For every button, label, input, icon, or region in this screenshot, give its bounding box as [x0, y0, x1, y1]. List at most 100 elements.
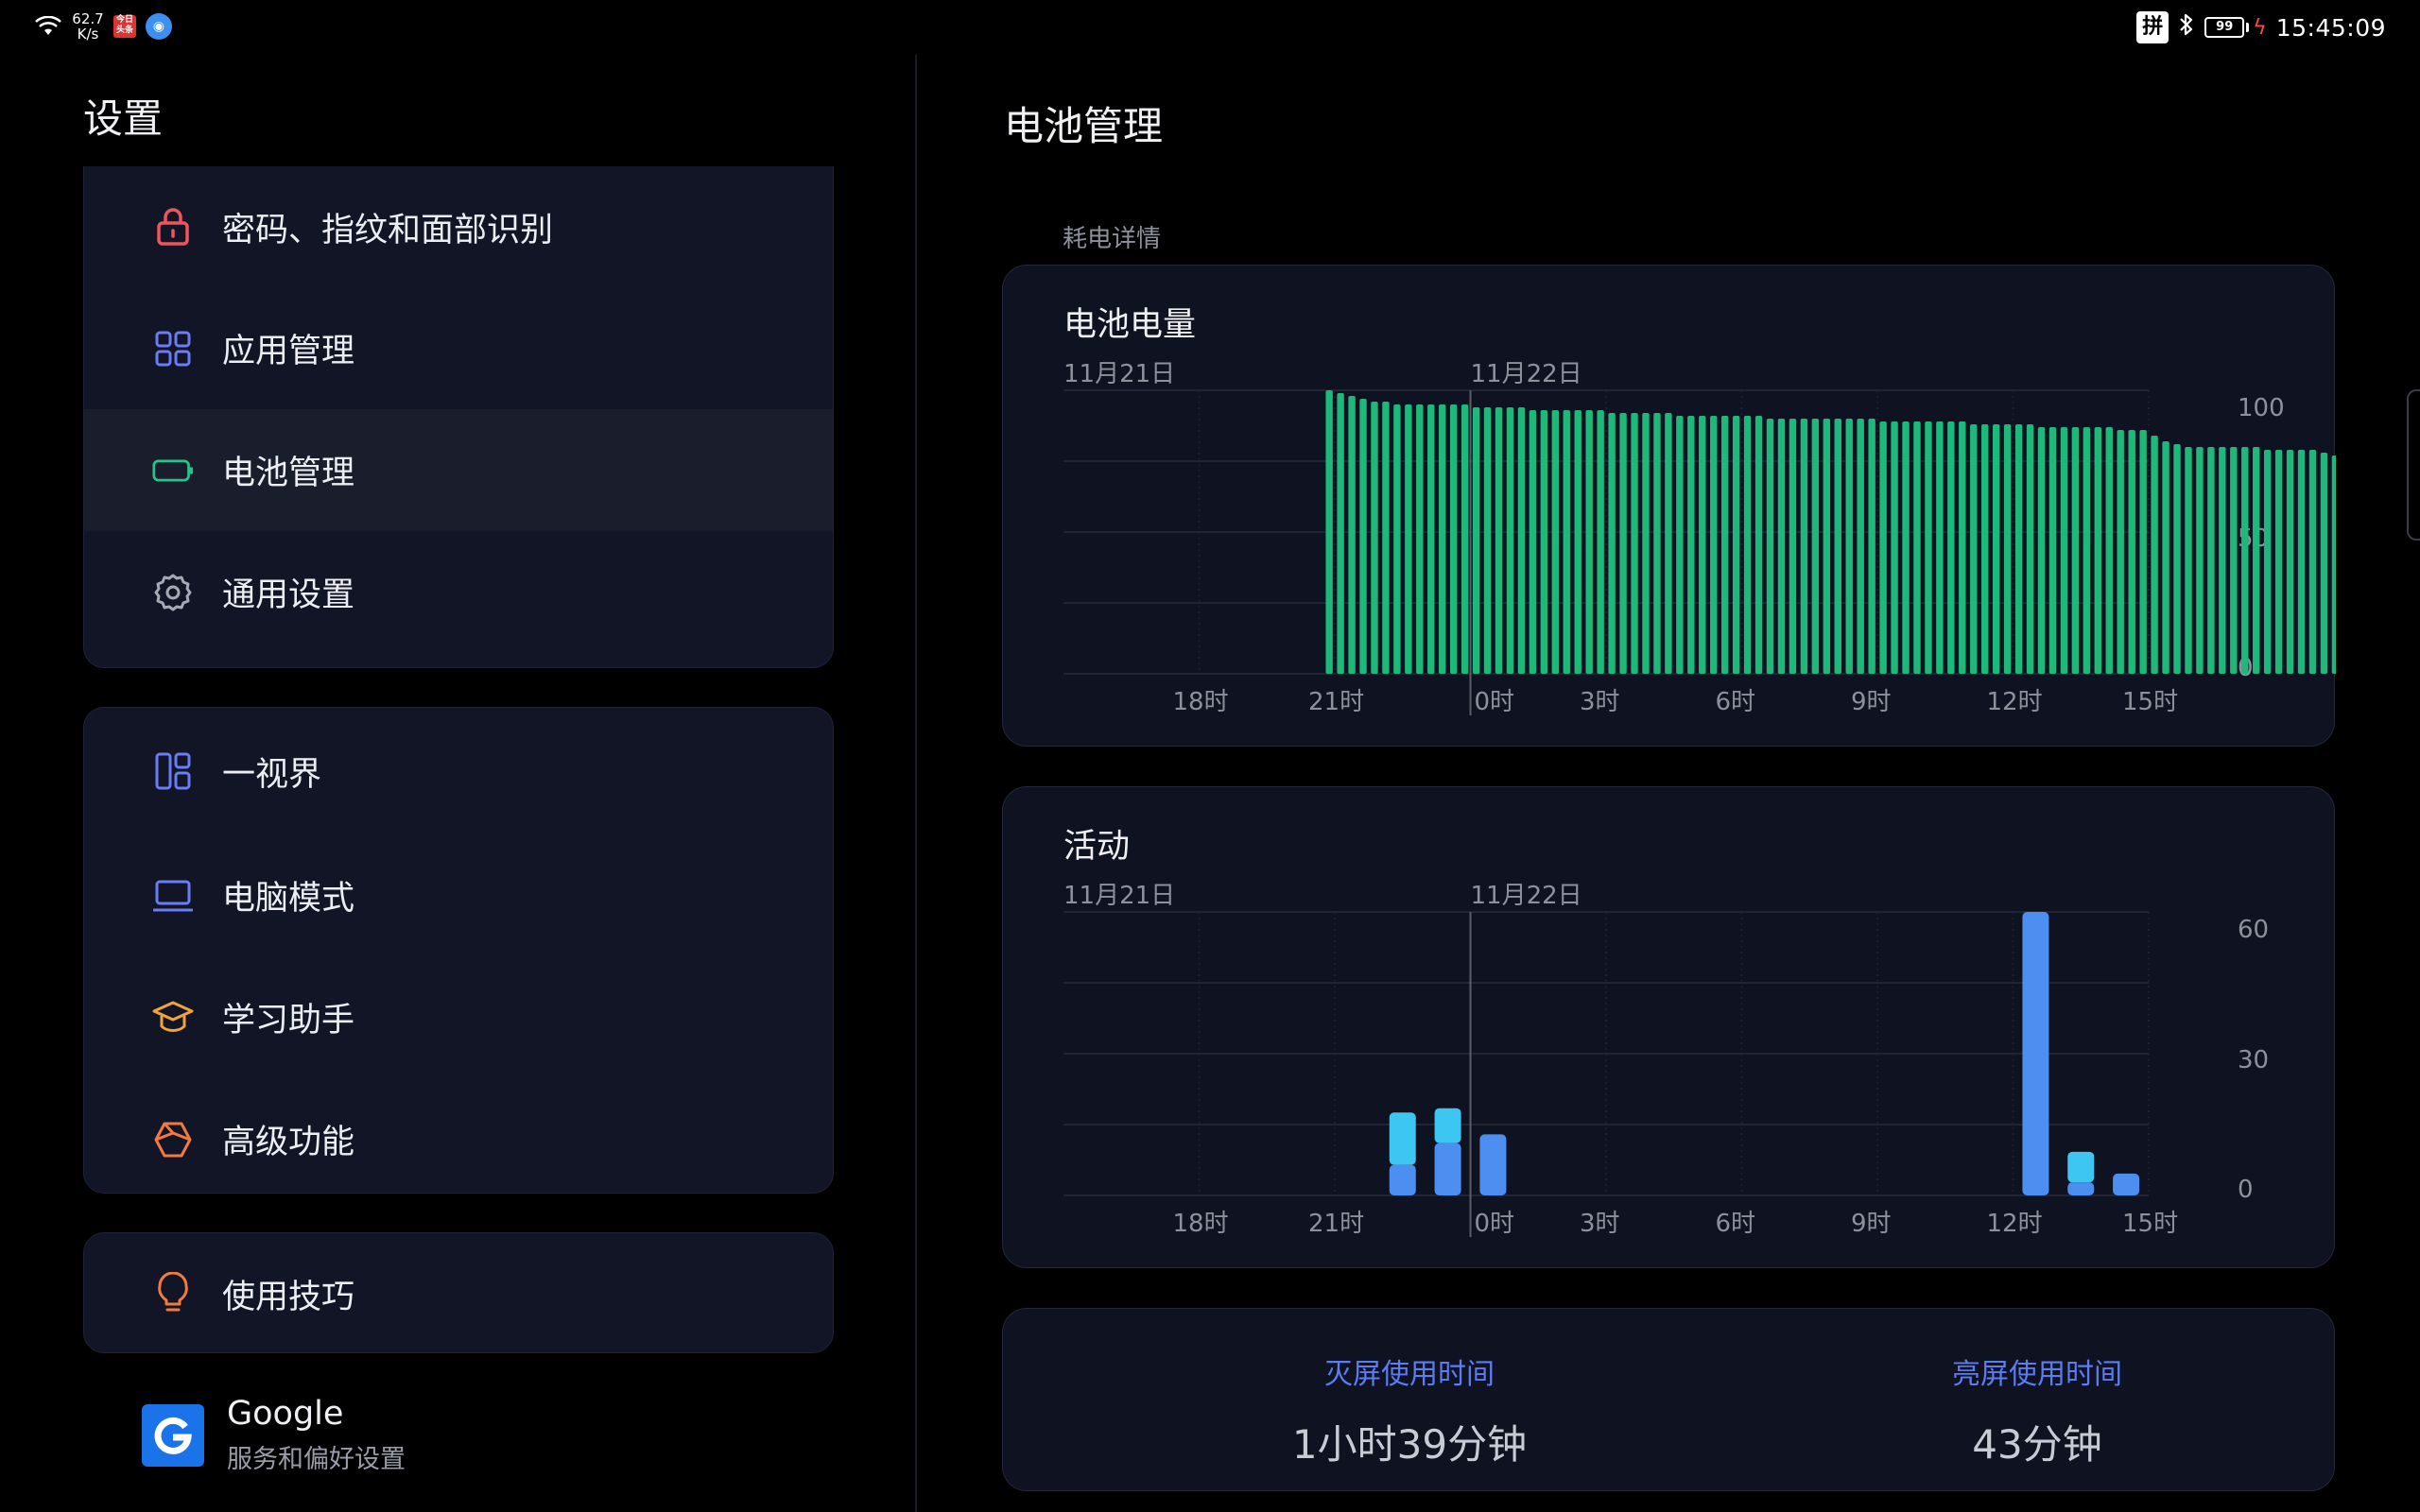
google-title: Google [227, 1395, 344, 1433]
battery-bar [2286, 450, 2294, 674]
google-text: Google 服务和偏好设置 [227, 1395, 406, 1475]
battery-bar [1766, 419, 1774, 674]
battery-bar [1970, 424, 1978, 674]
network-speed: 62.7 K/s [72, 11, 104, 42]
battery-bar [1574, 410, 1582, 674]
activity-chart-card[interactable]: 活动 11月21日 11月22日 18时 21时 0时 3时 6时 9时 12时 15时 60 30 0 [1002, 786, 2335, 1268]
battery-bar [1789, 419, 1797, 674]
battery-bar [1902, 421, 1910, 674]
battery-bar [1992, 424, 2000, 674]
date-label: 11月22日 [1471, 360, 1582, 388]
battery-bar [1371, 402, 1378, 674]
menu-item-label: 应用管理 [222, 333, 355, 370]
battery-bar [1551, 410, 1560, 674]
x-tick-label: 18时 [1173, 688, 1229, 716]
battery-bar [1348, 396, 1356, 674]
battery-bar [1811, 419, 1820, 674]
x-tick-label: 21时 [1308, 1210, 1364, 1238]
y-tick-label: 100 [2238, 394, 2285, 422]
battery-level-chart-card[interactable]: 电池电量 11月21日 11月22日 18时 21时 0时 3时 6时 9时 12时 15时 100… [1002, 265, 2336, 747]
section-label: 耗电详情 [1063, 225, 1162, 253]
battery-bar [1563, 410, 1570, 674]
status-right: 拼 99 ϟ 15:45:09 [2136, 11, 2386, 43]
screen-on-label: 亮屏使用时间 [1952, 1358, 2122, 1391]
screen-off-value: 1小时39分钟 [1291, 1421, 1528, 1468]
battery-bar [1325, 390, 1333, 674]
battery-bar [1868, 419, 1876, 674]
battery-bar [1834, 419, 1841, 674]
menu-item-password[interactable]: 密码、指纹和面部识别 [84, 166, 833, 287]
battery-bar [1845, 419, 1853, 674]
menu-item-pc-mode[interactable]: 电脑模式 [84, 834, 833, 956]
battery-icon [152, 450, 194, 491]
laptop-icon [152, 875, 194, 917]
battery-bar [1777, 419, 1786, 674]
battery-bar [1540, 410, 1548, 674]
x-tick-label: 9时 [1851, 1210, 1892, 1238]
lock-icon [152, 206, 194, 248]
battery-bar [1800, 419, 1808, 674]
study-app-icon: ◉ [146, 13, 172, 40]
battery-bar [1687, 416, 1695, 674]
battery-bar [2253, 447, 2260, 674]
settings-group-tips: 使用技巧 [83, 1232, 834, 1353]
x-tick-label: 12时 [1987, 1210, 2043, 1238]
battery-bar [2037, 427, 2046, 674]
network-speed-unit: K/s [77, 26, 99, 43]
news-app-icon: 今日头条 [113, 15, 136, 38]
battery-bar [1337, 393, 1344, 674]
y-tick-label: 60 [2238, 916, 2269, 944]
battery-bar [1857, 419, 1864, 674]
y-tick-label: 30 [2238, 1046, 2269, 1074]
menu-item-app-management[interactable]: 应用管理 [84, 287, 833, 409]
battery-bar [1405, 404, 1412, 674]
x-tick-label: 3时 [1580, 688, 1620, 716]
x-tick-label: 6时 [1716, 1210, 1756, 1238]
battery-bar [2162, 441, 2169, 674]
edge-panel-handle[interactable] [2407, 389, 2420, 541]
battery-bar [1891, 421, 1898, 674]
menu-item-advanced-features[interactable]: 高级功能 [84, 1078, 833, 1193]
menu-item-tips[interactable]: 使用技巧 [84, 1233, 833, 1352]
menu-item-label: 电池管理 [222, 455, 355, 492]
charging-icon: ϟ [2253, 15, 2267, 40]
x-tick-label: 0时 [1475, 688, 1515, 716]
x-tick-label: 12时 [1987, 688, 2043, 716]
battery-bar [2117, 430, 2124, 674]
battery-bar [1506, 407, 1514, 674]
x-tick-label: 21时 [1308, 688, 1364, 716]
battery-bar [2241, 447, 2249, 674]
battery-bar [2320, 453, 2328, 674]
activity-chart: 11月21日 11月22日 18时 21时 0时 3时 6时 9时 12时 15时 60 30 0 [1063, 882, 2269, 1238]
x-tick-label: 15时 [2122, 1210, 2178, 1238]
battery-bar [1529, 410, 1537, 674]
battery-bar [2094, 427, 2102, 674]
battery-bar [2207, 447, 2215, 674]
battery-bar [2003, 424, 2012, 674]
activity-bar [1479, 1134, 1507, 1195]
battery-bar [2071, 427, 2080, 674]
page-title: 电池管理 [1004, 103, 1164, 149]
date-label: 11月21日 [1063, 882, 1175, 910]
google-logo-icon [142, 1403, 204, 1467]
battery-bar [2263, 450, 2272, 674]
battery-bar [1461, 404, 1469, 674]
google-settings-item[interactable]: Google 服务和偏好设置 [142, 1395, 406, 1475]
activity-bar-segment [1389, 1112, 1416, 1165]
status-bar: 62.7 K/s 今日头条 ◉ 拼 99 ϟ 15:45:09 [0, 0, 2420, 55]
battery-bar [2173, 444, 2181, 674]
x-tick-label: 9时 [1851, 688, 1892, 716]
battery-bar [1947, 421, 1955, 674]
battery-indicator: 99 ϟ [2204, 16, 2267, 40]
battery-bar [1653, 413, 1661, 674]
menu-item-label: 电脑模式 [222, 880, 355, 918]
menu-item-one-view[interactable]: 一视界 [84, 708, 833, 834]
battery-bar [1823, 419, 1831, 674]
battery-bar [1743, 416, 1752, 674]
menu-item-battery[interactable]: 电池管理 [84, 409, 833, 531]
battery-bar [2048, 427, 2057, 674]
menu-item-general-settings[interactable]: 通用设置 [84, 531, 833, 653]
battery-bar [2083, 427, 2091, 674]
battery-bar [1676, 416, 1684, 674]
menu-item-study-assistant[interactable]: 学习助手 [84, 956, 833, 1078]
